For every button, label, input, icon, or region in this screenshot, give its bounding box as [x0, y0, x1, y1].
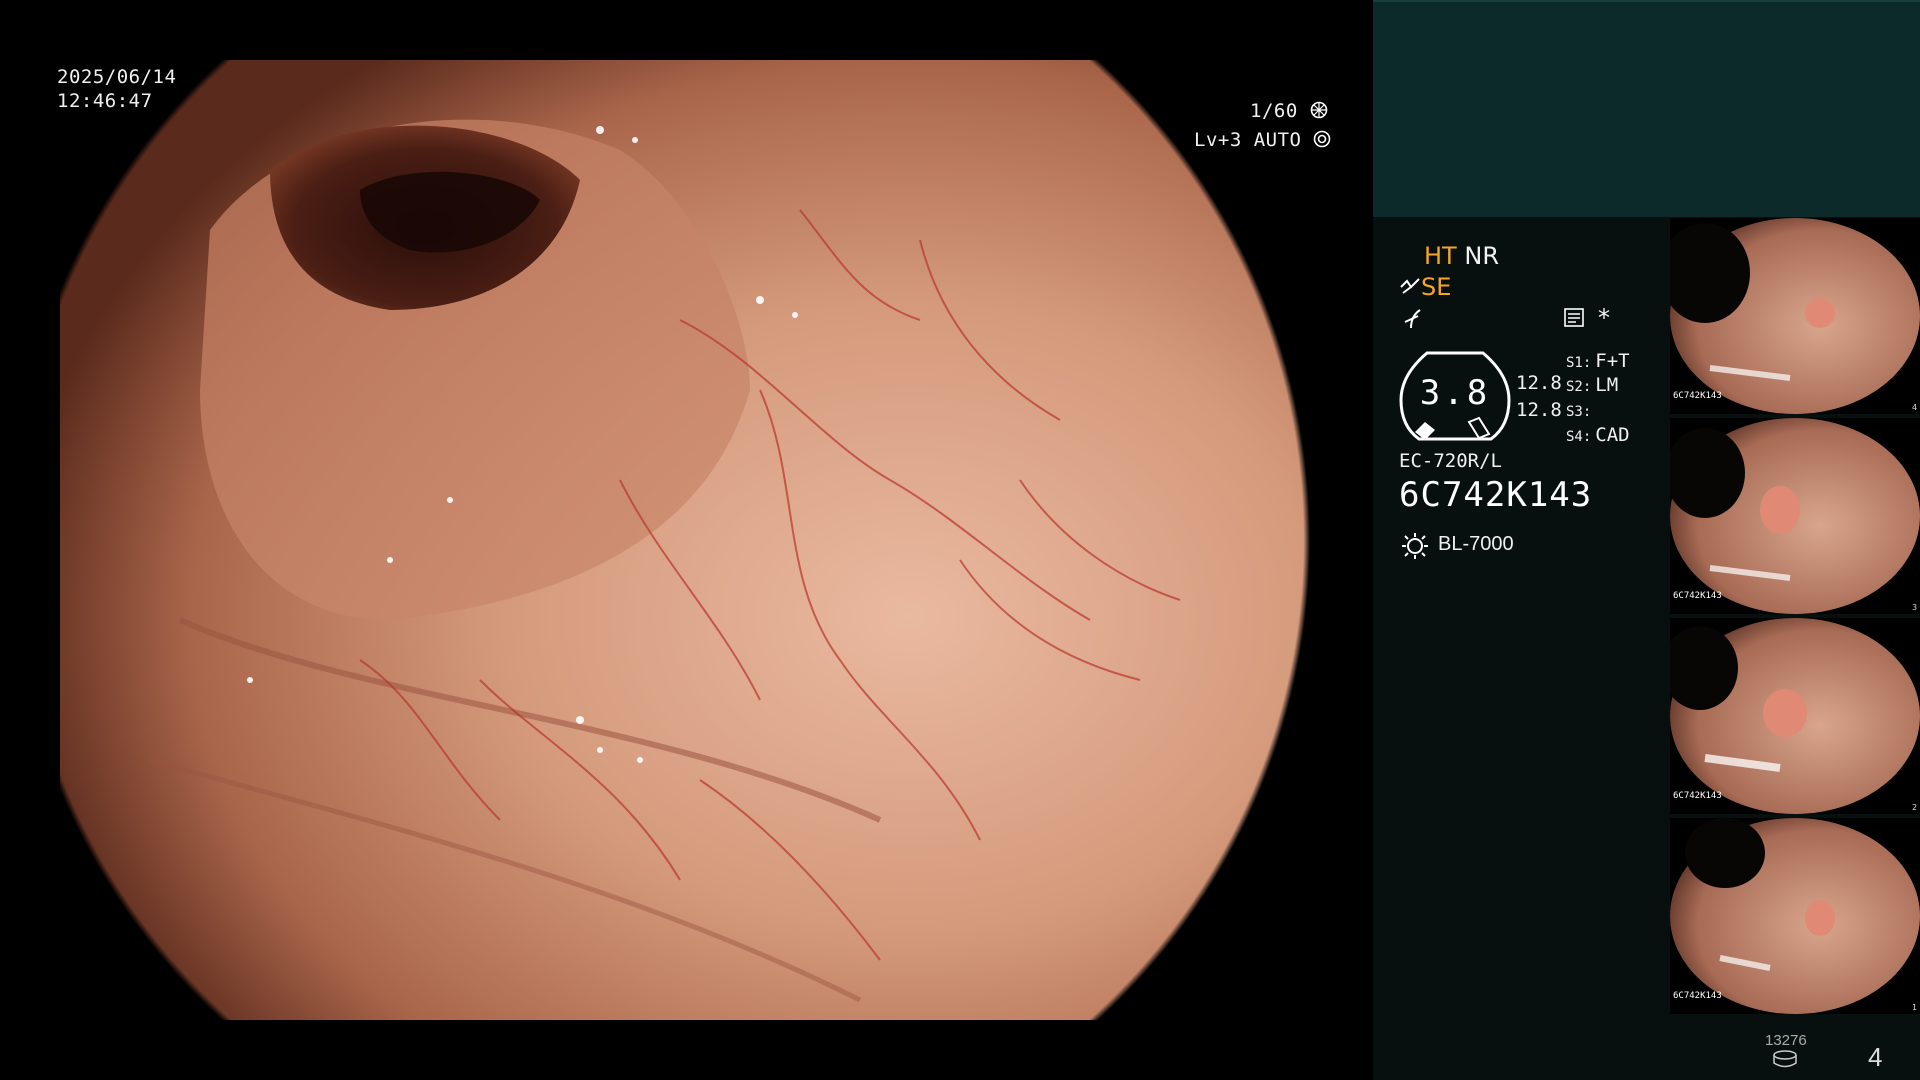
scope-serial: 6C742K143	[1399, 475, 1593, 515]
thumbnail-index: 2	[1912, 803, 1917, 812]
capture-time: 12:46:47	[57, 90, 153, 112]
shutter-value: 1/60	[1250, 100, 1298, 122]
switch-value: F+T	[1595, 350, 1630, 372]
storage-count: 13276	[1765, 1032, 1807, 1049]
page-number: 4	[1868, 1042, 1883, 1072]
capture-date: 2025/06/14	[57, 66, 177, 88]
gauge-value-b: 12.8	[1516, 399, 1562, 421]
switch-key: S2:	[1566, 379, 1592, 395]
endoscope-view	[60, 60, 1310, 1020]
structure-enhance-icon	[1399, 275, 1421, 297]
auto-exposure-icon	[1313, 129, 1331, 148]
thumbnail-index: 3	[1912, 603, 1917, 612]
se-label: SE	[1421, 273, 1452, 301]
thumbnail-serial: 6C742K143	[1673, 791, 1722, 801]
color-mode-icon	[1402, 308, 1424, 330]
switch-3: S3:	[1566, 399, 1595, 421]
switch-4: S4: CAD	[1566, 424, 1630, 446]
ht-label: HT	[1424, 242, 1457, 270]
light-source-icon	[1400, 531, 1430, 561]
thumbnail-serial: 6C742K143	[1673, 391, 1722, 401]
enhancement-line-2: SE	[1399, 273, 1451, 301]
enhancement-line-1: HT NR	[1424, 242, 1499, 270]
memo-icon	[1563, 306, 1585, 328]
header-block	[1373, 0, 1920, 217]
switch-2: S2: LM	[1566, 374, 1618, 396]
thumbnail-serial: 6C742K143	[1673, 591, 1722, 601]
level-value: Lv+3	[1194, 129, 1242, 151]
storage-icon	[1772, 1050, 1798, 1068]
gauge-value: 3.8	[1419, 373, 1491, 413]
switch-key: S4:	[1566, 429, 1592, 445]
thumbnail-serial: 6C742K143	[1673, 991, 1722, 1001]
switch-key: S3:	[1566, 404, 1592, 420]
switch-key: S1:	[1566, 355, 1592, 371]
capture-thumbnail[interactable]: 6C742K143 1	[1670, 818, 1920, 1014]
auto-mode-value: AUTO	[1253, 129, 1302, 151]
thumbnail-index: 1	[1912, 1003, 1917, 1012]
thumbnail-index: 4	[1912, 403, 1917, 412]
capture-thumbnail[interactable]: 6C742K143 2	[1670, 618, 1920, 814]
gauge-value-a: 12.8	[1516, 372, 1562, 394]
shutter-icon	[1310, 100, 1328, 119]
scope-model: EC-720R/L	[1399, 450, 1502, 472]
switch-value: LM	[1595, 374, 1619, 396]
capture-thumbnail[interactable]: 6C742K143 3	[1670, 418, 1920, 614]
light-source-name: BL-7000	[1438, 533, 1514, 555]
switch-value: CAD	[1595, 424, 1630, 446]
shutter-speed: 1/60	[1250, 98, 1328, 124]
exposure-level: Lv+3 AUTO	[1194, 127, 1331, 153]
star-marker: *	[1598, 304, 1610, 332]
nr-label: NR	[1464, 242, 1499, 270]
switch-1: S1: F+T	[1566, 350, 1630, 372]
capture-thumbnail[interactable]: 6C742K143 4	[1670, 218, 1920, 414]
